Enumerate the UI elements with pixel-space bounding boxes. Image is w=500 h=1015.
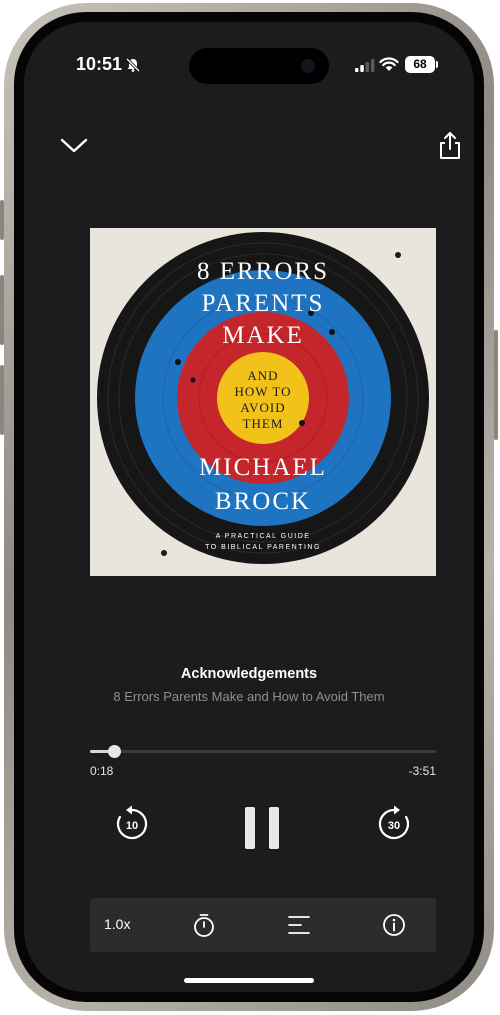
cover-tagline-1: A PRACTICAL GUIDE xyxy=(215,533,311,540)
skip-forward-icon: 30 xyxy=(378,805,410,840)
collapse-chevron-icon[interactable] xyxy=(59,135,89,155)
side-button xyxy=(494,330,498,440)
book-title: 8 Errors Parents Make and How to Avoid T… xyxy=(113,689,385,704)
info-icon[interactable] xyxy=(382,913,406,937)
signal-icon xyxy=(355,59,375,72)
elapsed-time: 0:18 xyxy=(90,764,114,778)
pause-button[interactable] xyxy=(242,804,282,852)
progress-knob[interactable] xyxy=(108,745,122,758)
cover-subtitle-line-3: AVOID xyxy=(240,400,286,415)
pause-icon xyxy=(245,807,279,849)
skip-back-icon: 10 xyxy=(116,805,148,840)
cover-subtitle-line-2: HOW TO xyxy=(234,384,292,399)
phone-frame: 10:51 68 8 ERRORS PARENTS MAKE AND HOW T… xyxy=(4,3,494,1011)
dynamic-island xyxy=(189,48,329,84)
skip-back-button[interactable]: 10 xyxy=(112,804,152,844)
cover-subtitle-line-1: AND xyxy=(247,368,279,383)
wifi-icon xyxy=(379,57,399,71)
front-camera xyxy=(301,59,315,73)
playback-speed-button[interactable]: 1.0x xyxy=(104,916,130,932)
skip-forward-label: 30 xyxy=(388,820,400,832)
share-icon[interactable] xyxy=(437,130,463,160)
player-toolbar: 1.0x xyxy=(90,898,436,952)
battery-tip xyxy=(436,61,438,68)
cover-subtitle-line-4: THEM xyxy=(242,416,284,431)
skip-back-label: 10 xyxy=(126,820,138,832)
battery-icon: 68 xyxy=(405,56,435,73)
cover-title-line-2: PARENTS xyxy=(201,290,325,317)
home-indicator[interactable] xyxy=(184,978,314,983)
mute-bell-icon xyxy=(125,57,141,73)
cover-title-line-1: 8 ERRORS xyxy=(196,258,329,285)
chapters-icon[interactable] xyxy=(287,915,311,935)
screen: 10:51 68 8 ERRORS PARENTS MAKE AND HOW T… xyxy=(24,22,474,992)
cover-tagline-2: TO BIBLICAL PARENTING xyxy=(205,544,321,551)
remaining-time: -3:51 xyxy=(408,764,436,778)
chapter-title: Acknowledgements xyxy=(180,666,318,682)
sleep-timer-icon[interactable] xyxy=(192,913,216,939)
status-time: 10:51 xyxy=(76,54,123,74)
cover-art: 8 ERRORS PARENTS MAKE AND HOW TO AVOID T… xyxy=(90,228,436,576)
cover-author-first: MICHAEL xyxy=(199,454,327,481)
skip-forward-button[interactable]: 30 xyxy=(374,804,414,844)
cover-author-last: BROCK xyxy=(214,488,312,515)
phone-bezel: 10:51 68 8 ERRORS PARENTS MAKE AND HOW T… xyxy=(14,12,484,1002)
cover-title-line-3: MAKE xyxy=(222,322,304,349)
progress-slider[interactable] xyxy=(90,745,436,758)
